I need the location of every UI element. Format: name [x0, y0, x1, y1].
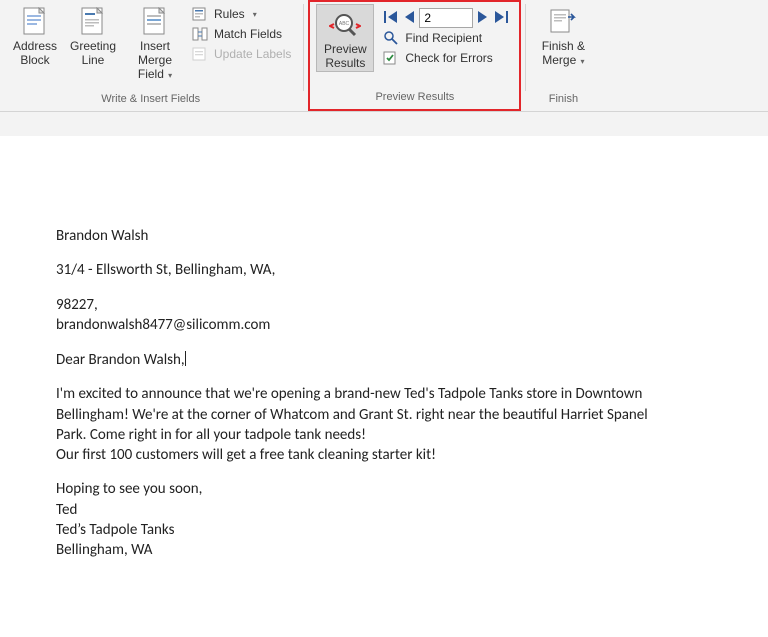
recipient-name: Brandon Walsh — [56, 226, 712, 246]
match-fields-label: Match Fields — [214, 27, 282, 41]
closing-line: Hoping to see you soon, — [56, 479, 712, 499]
closing-line: Ted’s Tadpole Tanks — [56, 520, 712, 540]
rules-button[interactable]: Rules ▾ — [192, 6, 291, 22]
first-icon — [383, 10, 399, 24]
rules-label: Rules — [214, 7, 245, 21]
last-record-button[interactable] — [493, 10, 509, 27]
update-labels-icon — [192, 46, 208, 62]
finish-merge-label: Finish & Merge ▾ — [536, 40, 590, 68]
greeting-line-label: Greeting Line — [66, 40, 120, 68]
chevron-down-icon: ▾ — [166, 71, 172, 80]
check-errors-button[interactable]: Check for Errors — [383, 50, 509, 66]
body-line: Bellingham! We're at the corner of Whatc… — [56, 405, 712, 425]
body-line: Our first 100 customers will get a free … — [56, 445, 712, 465]
insert-merge-field-button[interactable]: Insert Merge Field ▾ — [122, 2, 188, 81]
address-block-button[interactable]: Address Block — [6, 2, 64, 68]
record-number-input[interactable] — [419, 8, 473, 28]
finish-merge-button[interactable]: Finish & Merge ▾ — [534, 2, 592, 68]
body-line: Park. Come right in for all your tadpole… — [56, 425, 712, 445]
chevron-down-icon: ▾ — [578, 57, 584, 66]
insert-merge-field-label: Insert Merge Field ▾ — [124, 40, 186, 81]
recipient-zip: 98227, — [56, 295, 712, 315]
find-recipient-button[interactable]: Find Recipient — [383, 30, 509, 46]
find-recipient-label: Find Recipient — [405, 31, 482, 45]
svg-text:ABC: ABC — [339, 21, 350, 27]
greeting-line-button[interactable]: Greeting Line — [64, 2, 122, 68]
address-block-label: Address Block — [8, 40, 62, 68]
group-separator — [525, 4, 526, 91]
find-recipient-icon — [383, 30, 399, 46]
prev-icon — [403, 10, 415, 24]
group-label-finish: Finish — [534, 91, 592, 109]
previous-record-button[interactable] — [403, 10, 415, 27]
preview-results-label: Preview Results — [319, 43, 371, 71]
match-fields-icon — [192, 26, 208, 42]
chevron-down-icon: ▾ — [253, 10, 257, 19]
address-block-icon — [19, 6, 51, 38]
update-labels-label: Update Labels — [214, 47, 291, 61]
preview-results-button[interactable]: ABC Preview Results — [316, 4, 374, 72]
recipient-email: brandonwalsh8477@silicomm.com — [56, 315, 712, 335]
group-preview-results: ABC Preview Results — [308, 0, 521, 111]
next-record-button[interactable] — [477, 10, 489, 27]
body-line: I'm excited to announce that we're openi… — [56, 384, 712, 404]
group-finish: Finish & Merge ▾ Finish — [528, 0, 598, 111]
salutation-line: Dear Brandon Walsh, — [56, 349, 712, 370]
next-icon — [477, 10, 489, 24]
update-labels-button: Update Labels — [192, 46, 291, 62]
closing-line: Bellingham, WA — [56, 540, 712, 560]
finish-merge-icon — [547, 6, 579, 38]
document-page[interactable]: Brandon Walsh 31/4 - Ellsworth St, Belli… — [0, 136, 768, 637]
ribbon: Address Block Greeting Line — [0, 0, 768, 112]
insert-merge-field-icon — [139, 6, 171, 38]
group-separator — [303, 4, 304, 91]
match-fields-button[interactable]: Match Fields — [192, 26, 291, 42]
rules-icon — [192, 6, 208, 22]
check-errors-label: Check for Errors — [405, 51, 492, 65]
text-cursor — [185, 351, 186, 366]
recipient-address: 31/4 - Ellsworth St, Bellingham, WA, — [56, 260, 712, 280]
preview-results-icon: ABC — [329, 9, 361, 41]
closing-line: Ted — [56, 500, 712, 520]
group-write-insert: Address Block Greeting Line — [0, 0, 301, 111]
group-label-write-insert: Write & Insert Fields — [6, 91, 295, 109]
greeting-line-icon — [77, 6, 109, 38]
last-icon — [493, 10, 509, 24]
group-label-preview: Preview Results — [316, 89, 513, 107]
document-area[interactable]: Brandon Walsh 31/4 - Ellsworth St, Belli… — [0, 112, 768, 637]
first-record-button[interactable] — [383, 10, 399, 27]
check-errors-icon — [383, 50, 399, 66]
